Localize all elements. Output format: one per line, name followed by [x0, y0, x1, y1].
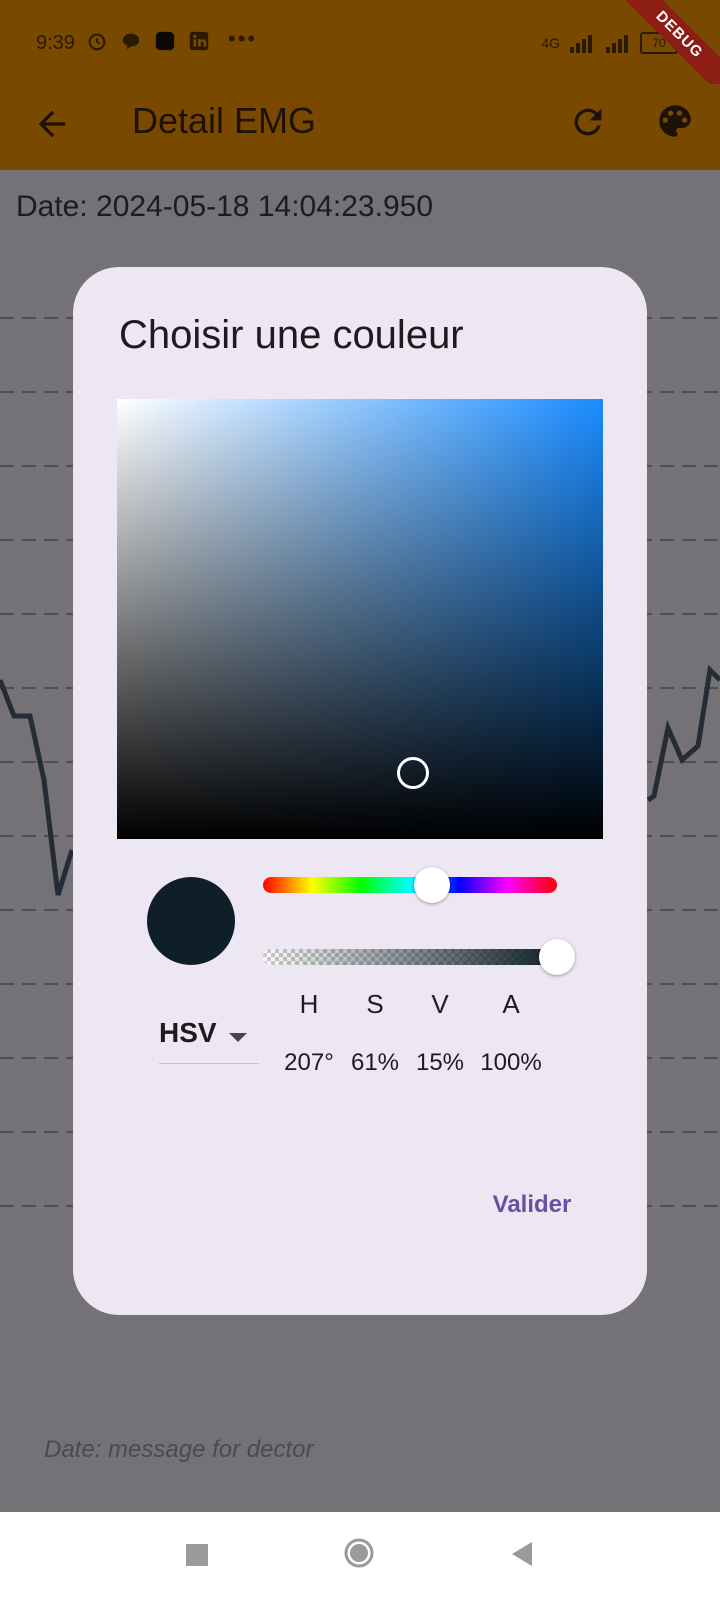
hue-slider-thumb[interactable]: [414, 867, 451, 903]
chevron-down-icon: [229, 1033, 247, 1042]
status-time: 9:39: [36, 32, 75, 54]
color-picker-dialog: Choisir une couleur HSV H 207° S 61% V 1…: [73, 267, 647, 1315]
color-preview-swatch: [147, 877, 235, 965]
arrow-back-icon[interactable]: [32, 104, 72, 144]
status-right: 4G 70: [541, 32, 678, 54]
dialog-title: Choisir une couleur: [119, 313, 464, 357]
confirm-button[interactable]: Valider: [477, 1185, 587, 1225]
status-bar: 9:39 ••• 4G 70: [0, 0, 720, 84]
home-icon[interactable]: [344, 1538, 374, 1568]
hue-slider[interactable]: [263, 867, 557, 903]
network-label: 4G: [541, 35, 560, 51]
palette-icon[interactable]: [654, 100, 696, 142]
alpha-slider[interactable]: [263, 939, 575, 975]
recents-icon[interactable]: [186, 1544, 208, 1566]
chat-icon: [122, 33, 140, 50]
linkedin-icon: [189, 31, 209, 51]
color-mode-dropdown[interactable]: HSV: [159, 1011, 259, 1064]
back-icon[interactable]: [508, 1540, 536, 1568]
signal-icon: [570, 35, 592, 53]
note-label: Date: message for dector: [44, 1436, 314, 1463]
battery-icon: 70: [640, 32, 678, 54]
status-icons: [86, 30, 210, 52]
color-mode-value: HSV: [159, 1017, 217, 1048]
more-icon: •••: [228, 26, 258, 51]
system-nav-bar: [0, 1512, 720, 1600]
channel-value: 100%: [480, 1049, 542, 1076]
page-title: Detail EMG: [132, 100, 317, 141]
channel-label: A: [502, 989, 520, 1019]
date-label: Date: 2024-05-18 14:04:23.950: [16, 190, 433, 223]
refresh-icon[interactable]: [568, 102, 608, 142]
saturation-value-picker[interactable]: [117, 399, 603, 839]
alpha-slider-thumb[interactable]: [539, 939, 575, 975]
channel-a: A 100%: [471, 989, 551, 1077]
emg-signal-right: [646, 664, 720, 803]
app-bar: Detail EMG: [0, 84, 720, 170]
channel-v: V 15%: [400, 989, 480, 1077]
alarm-icon: [88, 33, 106, 51]
channel-value: 15%: [415, 1049, 465, 1076]
saturation-value-cursor[interactable]: [397, 757, 430, 789]
signal-icon-2: [606, 35, 628, 53]
app-icon: [155, 31, 175, 51]
emg-signal-left: [0, 679, 75, 896]
channel-label: V: [431, 989, 449, 1019]
